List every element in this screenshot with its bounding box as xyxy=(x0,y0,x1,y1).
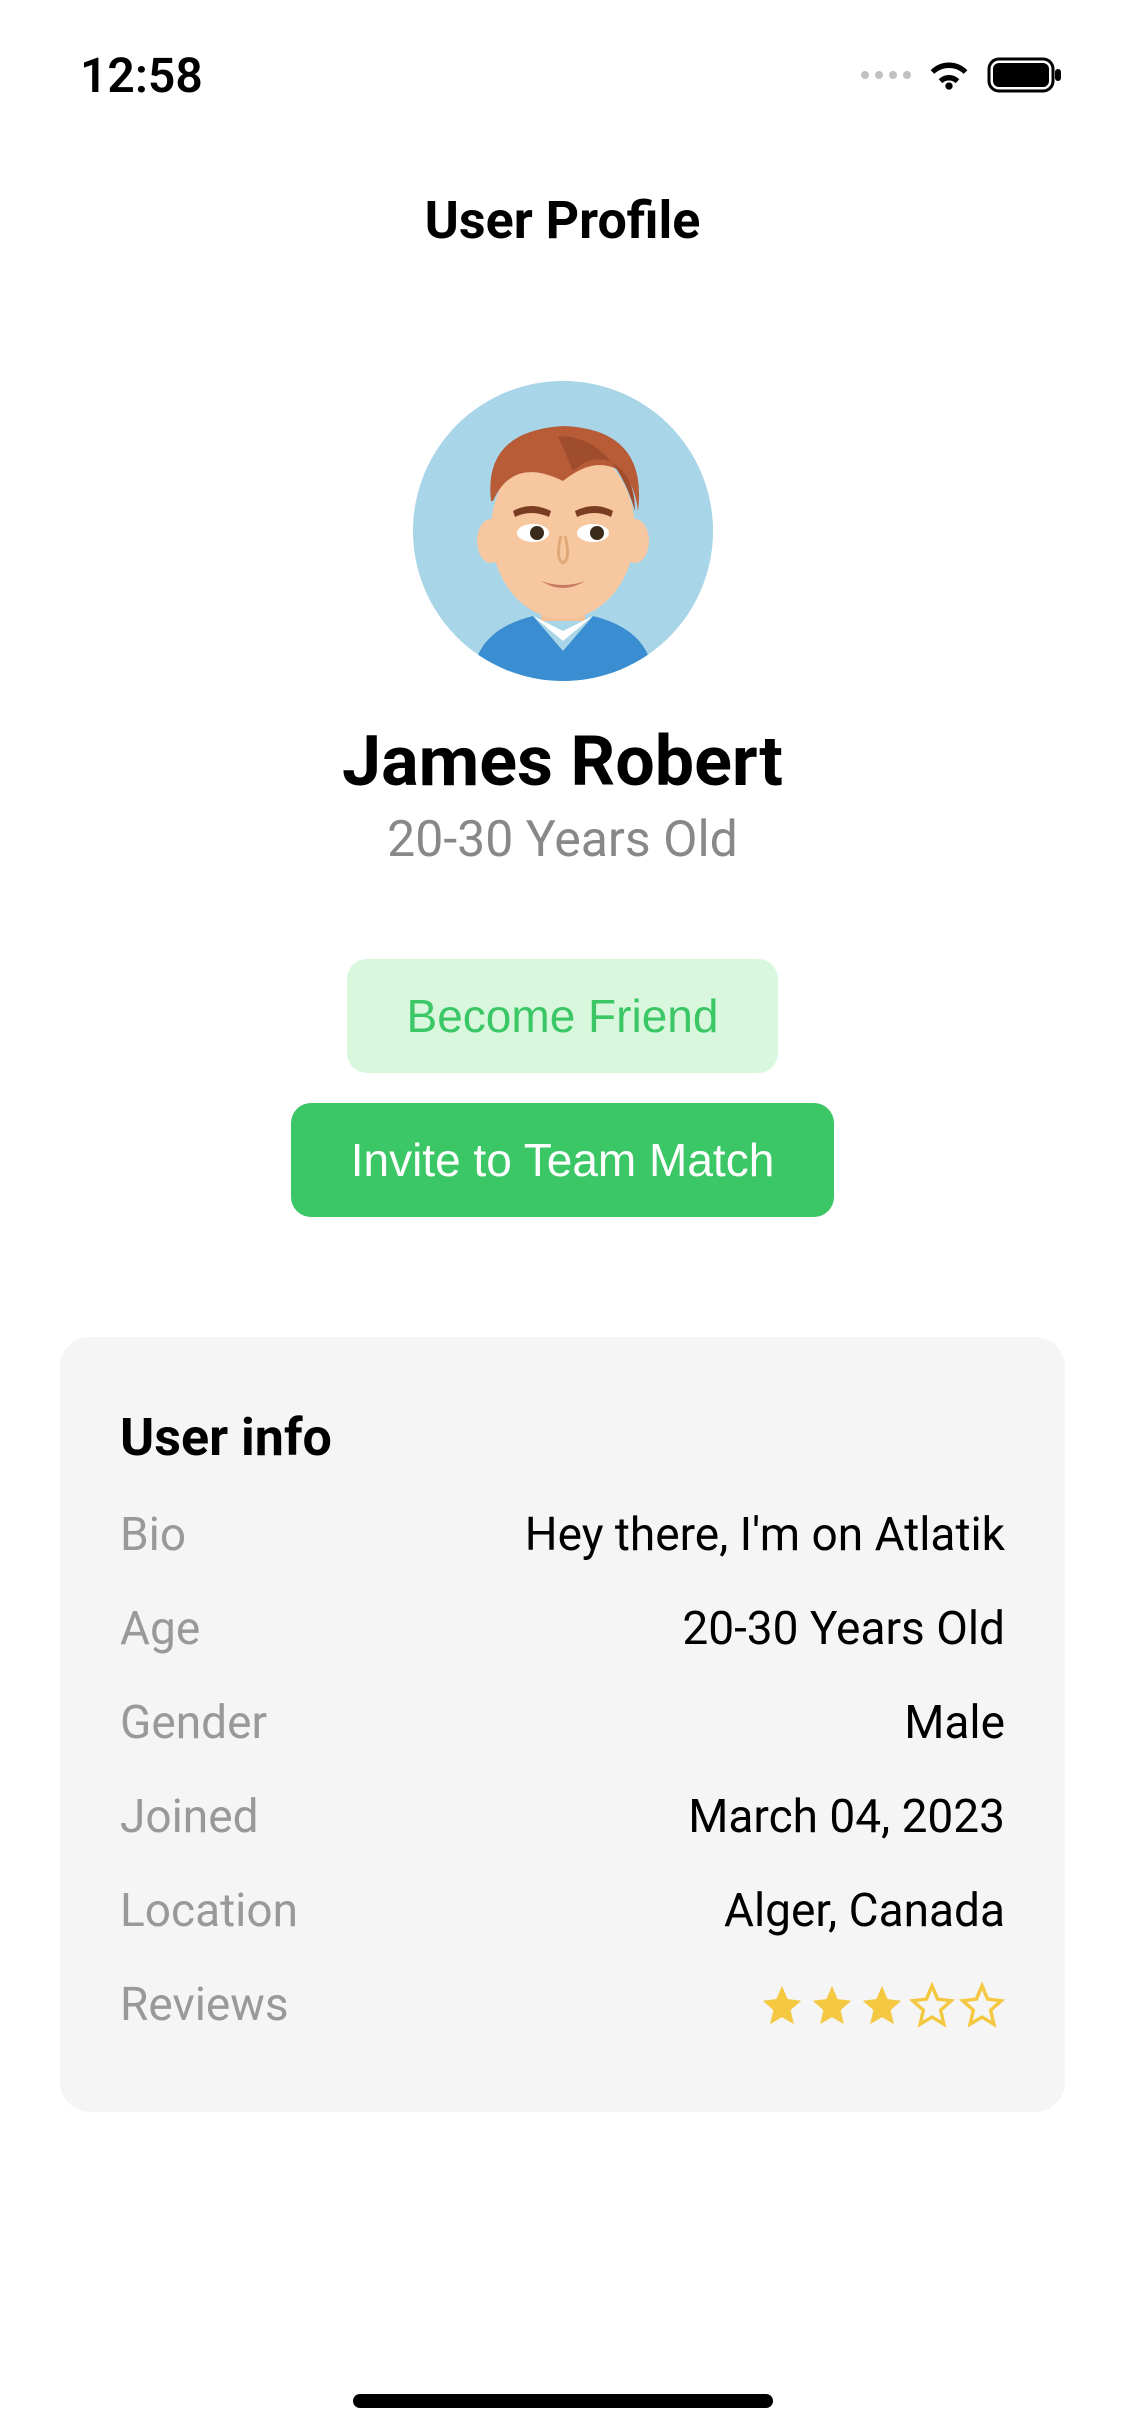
info-value-joined: March 04, 2023 xyxy=(688,1790,1005,1844)
info-label-gender: Gender xyxy=(120,1696,267,1750)
info-label-bio: Bio xyxy=(120,1508,186,1562)
info-value-gender: Male xyxy=(904,1696,1005,1750)
avatar xyxy=(413,381,713,681)
profile-section: James Robert 20-30 Years Old Become Frie… xyxy=(0,381,1125,1217)
info-row-age: Age 20-30 Years Old xyxy=(120,1602,1005,1656)
info-label-location: Location xyxy=(120,1884,298,1938)
home-indicator[interactable] xyxy=(353,2394,773,2408)
info-row-location: Location Alger, Canada xyxy=(120,1884,1005,1938)
rating-stars xyxy=(759,1982,1005,2028)
info-row-bio: Bio Hey there, I'm on Atlatik xyxy=(120,1508,1005,1562)
info-label-reviews: Reviews xyxy=(120,1978,289,2032)
info-row-gender: Gender Male xyxy=(120,1696,1005,1750)
user-info-title: User info xyxy=(120,1407,1005,1468)
battery-icon xyxy=(987,55,1065,95)
user-info-card: User info Bio Hey there, I'm on Atlatik … xyxy=(60,1337,1065,2112)
info-value-age: 20-30 Years Old xyxy=(682,1602,1005,1656)
info-value-location: Alger, Canada xyxy=(724,1884,1005,1938)
status-icons xyxy=(861,53,1065,97)
status-time: 12:58 xyxy=(80,47,203,104)
info-label-age: Age xyxy=(120,1602,200,1656)
star-empty-icon xyxy=(909,1982,955,2028)
info-row-reviews: Reviews xyxy=(120,1978,1005,2032)
invite-team-match-button[interactable]: Invite to Team Match xyxy=(291,1103,835,1217)
wifi-icon xyxy=(927,53,971,97)
user-name: James Robert xyxy=(342,721,783,803)
become-friend-button[interactable]: Become Friend xyxy=(347,959,779,1073)
star-filled-icon xyxy=(759,1982,805,2028)
info-row-joined: Joined March 04, 2023 xyxy=(120,1790,1005,1844)
info-value-bio: Hey there, I'm on Atlatik xyxy=(525,1508,1005,1562)
star-empty-icon xyxy=(959,1982,1005,2028)
user-age-range: 20-30 Years Old xyxy=(387,811,738,869)
signal-dots-icon xyxy=(861,71,911,79)
page-title: User Profile xyxy=(0,190,1125,251)
star-filled-icon xyxy=(809,1982,855,2028)
status-bar: 12:58 xyxy=(0,0,1125,130)
star-filled-icon xyxy=(859,1982,905,2028)
info-label-joined: Joined xyxy=(120,1790,259,1844)
